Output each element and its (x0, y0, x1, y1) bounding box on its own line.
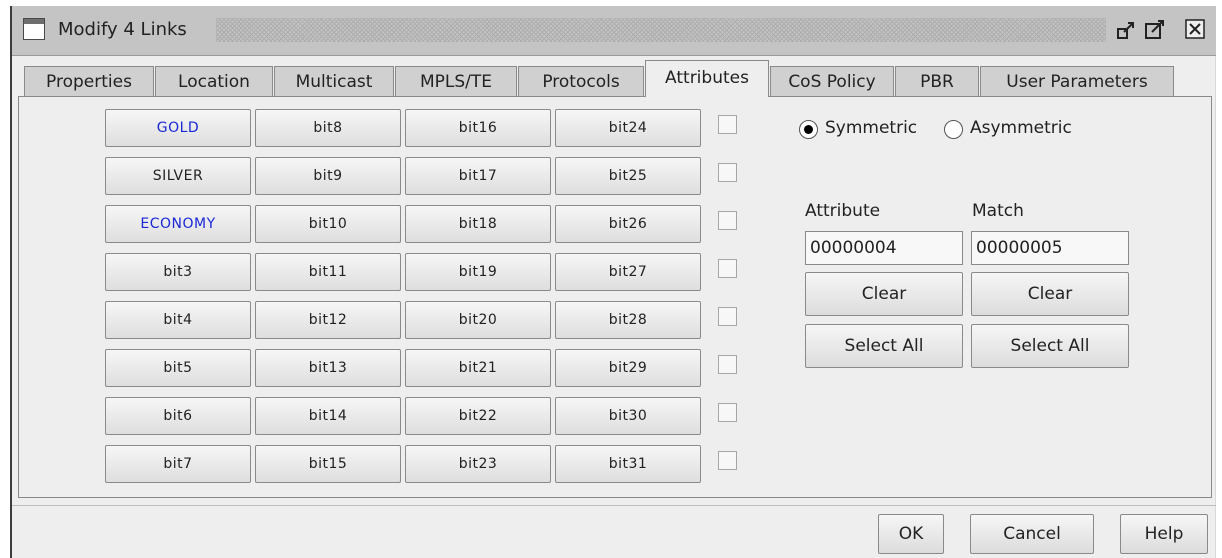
tab-protocols[interactable]: Protocols (518, 66, 644, 96)
tab-user-parameters[interactable]: User Parameters (980, 66, 1174, 96)
asymmetric-radio[interactable] (944, 120, 963, 139)
window-icon (23, 18, 45, 40)
asymmetric-label: Asymmetric (970, 118, 1072, 138)
attribute-bit-button[interactable]: bit24 (555, 109, 701, 147)
attribute-bit-checkbox[interactable] (718, 451, 737, 470)
maximize-icon[interactable] (1144, 18, 1166, 40)
tab-attributes[interactable]: Attributes (645, 60, 769, 97)
attribute-bit-button[interactable]: bit8 (255, 109, 401, 147)
minimize-icon[interactable] (1116, 18, 1138, 40)
ok-button[interactable]: OK (878, 514, 944, 554)
attribute-field[interactable]: 00000004 (805, 231, 963, 265)
attribute-bit-checkbox[interactable] (718, 259, 737, 278)
modify-links-dialog: Modify 4 Links Properties Location Multi… (10, 6, 1216, 558)
attribute-label: Attribute (805, 201, 881, 221)
attribute-bit-button[interactable]: bit25 (555, 157, 701, 195)
attribute-bit-button[interactable]: bit5 (105, 349, 251, 387)
attribute-bit-button[interactable]: bit13 (255, 349, 401, 387)
attribute-bit-button[interactable]: bit16 (405, 109, 551, 147)
match-label: Match (972, 201, 1024, 221)
attribute-bit-checkbox[interactable] (718, 163, 737, 182)
match-clear-button[interactable]: Clear (971, 272, 1129, 316)
tab-strip: Properties Location Multicast MPLS/TE Pr… (18, 60, 1212, 97)
help-button[interactable]: Help (1120, 514, 1208, 554)
symmetric-radio[interactable] (799, 120, 818, 139)
match-select-all-button[interactable]: Select All (971, 324, 1129, 368)
attribute-bit-button[interactable]: bit14 (255, 397, 401, 435)
attribute-bit-button[interactable]: bit15 (255, 445, 401, 483)
attribute-bit-button[interactable]: bit18 (405, 205, 551, 243)
attribute-clear-button[interactable]: Clear (805, 272, 963, 316)
attribute-bit-checkbox[interactable] (718, 115, 737, 134)
attribute-bit-button[interactable]: bit6 (105, 397, 251, 435)
attribute-bit-button[interactable]: bit30 (555, 397, 701, 435)
attribute-bit-button[interactable]: bit11 (255, 253, 401, 291)
attribute-bit-checkbox[interactable] (718, 211, 737, 230)
attribute-bit-button[interactable]: bit31 (555, 445, 701, 483)
attribute-bit-checkbox[interactable] (718, 355, 737, 374)
attribute-bit-button[interactable]: bit17 (405, 157, 551, 195)
attribute-bit-button[interactable]: SILVER (105, 157, 251, 195)
attribute-bit-button[interactable]: bit20 (405, 301, 551, 339)
attribute-bit-checkbox[interactable] (718, 307, 737, 326)
title-bar[interactable]: Modify 4 Links (12, 6, 1216, 56)
match-field[interactable]: 00000005 (971, 231, 1129, 265)
tab-multicast[interactable]: Multicast (274, 66, 394, 96)
attribute-bit-button[interactable]: bit3 (105, 253, 251, 291)
attribute-bit-button[interactable]: bit10 (255, 205, 401, 243)
attribute-bit-button[interactable]: bit27 (555, 253, 701, 291)
attribute-bit-button[interactable]: bit12 (255, 301, 401, 339)
symmetric-label: Symmetric (825, 118, 918, 138)
attribute-bit-button[interactable]: bit19 (405, 253, 551, 291)
attribute-bit-button[interactable]: bit7 (105, 445, 251, 483)
tab-cos-policy[interactable]: CoS Policy (770, 66, 894, 96)
close-icon[interactable] (1184, 18, 1206, 40)
attribute-select-all-button[interactable]: Select All (805, 324, 963, 368)
attribute-bit-checkbox[interactable] (718, 403, 737, 422)
attribute-bit-button[interactable]: bit22 (405, 397, 551, 435)
attribute-bit-button[interactable]: ECONOMY (105, 205, 251, 243)
tab-pbr[interactable]: PBR (895, 66, 979, 96)
attribute-bit-button[interactable]: bit21 (405, 349, 551, 387)
attribute-bit-button[interactable]: bit28 (555, 301, 701, 339)
attribute-bit-button[interactable]: bit9 (255, 157, 401, 195)
attribute-bit-button[interactable]: bit23 (405, 445, 551, 483)
tab-location[interactable]: Location (155, 66, 273, 96)
cancel-button[interactable]: Cancel (970, 514, 1094, 554)
attribute-bit-button[interactable]: bit29 (555, 349, 701, 387)
tab-properties[interactable]: Properties (24, 66, 154, 96)
attributes-panel: GOLDSILVERECONOMY✔bit3bit4bit5bit6bit7bi… (18, 96, 1212, 498)
attribute-bit-button[interactable]: GOLD (105, 109, 251, 147)
window-title: Modify 4 Links (58, 19, 187, 40)
title-grip (216, 18, 1106, 42)
attribute-bit-button[interactable]: bit26 (555, 205, 701, 243)
tab-mpls-te[interactable]: MPLS/TE (395, 66, 517, 96)
footer-separator (12, 505, 1216, 506)
attribute-bit-button[interactable]: bit4 (105, 301, 251, 339)
